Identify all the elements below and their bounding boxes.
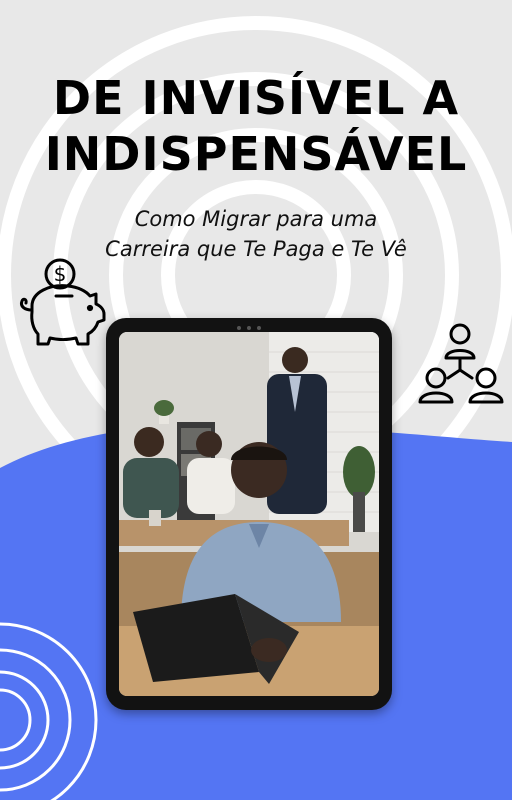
- svg-text:$: $: [54, 262, 67, 286]
- office-team-photo: [119, 332, 379, 696]
- tablet-camera: [233, 325, 265, 331]
- page-title: DE INVISÍVEL A INDISPENSÁVEL: [0, 70, 512, 182]
- tablet-screen: [119, 332, 379, 696]
- piggy-bank-icon: $: [20, 258, 106, 346]
- people-network-icon: [418, 323, 504, 404]
- title-line-2: INDISPENSÁVEL: [44, 127, 468, 181]
- title-line-1: DE INVISÍVEL A: [52, 71, 460, 125]
- tablet-frame: [106, 318, 392, 710]
- book-cover: DE INVISÍVEL A INDISPENSÁVEL Como Migrar…: [0, 0, 512, 800]
- subtitle-line-1: Como Migrar para uma: [134, 207, 378, 231]
